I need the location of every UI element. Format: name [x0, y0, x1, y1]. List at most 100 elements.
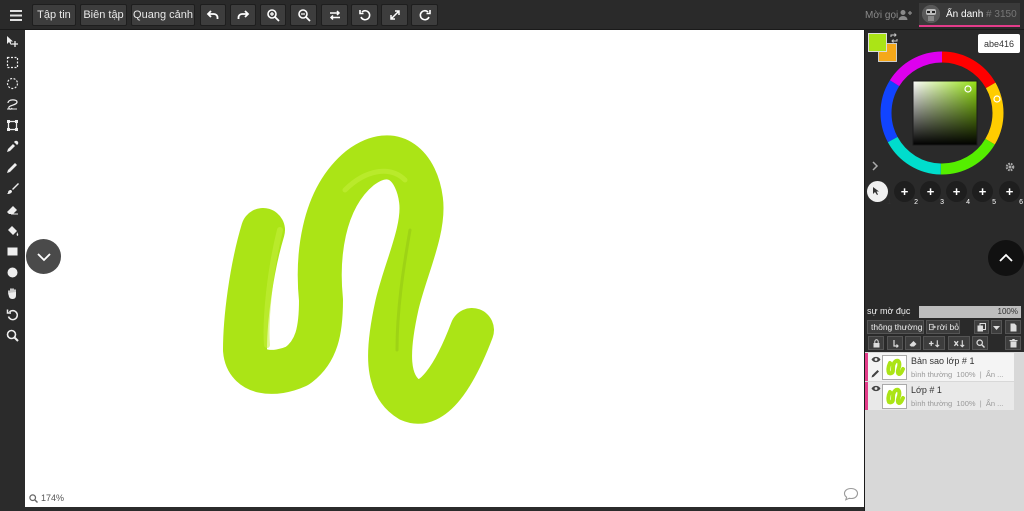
primary-color-swatch[interactable]: [868, 33, 887, 52]
layer-hidden-label: Ẩn ...: [985, 399, 1004, 408]
layers-list: Bản sao lớp # 1 bình thường 100% | Ẩn ..…: [865, 352, 1024, 511]
rect-select-tool-icon[interactable]: [4, 54, 21, 71]
invite-label[interactable]: Mời gọi: [865, 10, 898, 21]
brush-slot-3[interactable]: +3: [920, 181, 944, 206]
zoom-in-icon: [267, 9, 280, 22]
expand-diagonal-icon: [389, 10, 400, 20]
delete-layer-button[interactable]: [1005, 336, 1021, 350]
brush-slot-5[interactable]: +5: [972, 181, 996, 206]
caret-down-icon: [993, 325, 1000, 330]
avatar: [922, 5, 940, 23]
zoom-out-button[interactable]: [290, 4, 317, 26]
brush-stroke: [223, 135, 494, 424]
lock-layer-button[interactable]: [868, 336, 884, 350]
brush-slot-number: 3: [940, 199, 944, 206]
tools-sidebar: [0, 30, 25, 511]
blend-mode-select[interactable]: thông thường: [867, 320, 924, 334]
layer-item[interactable]: Lớp # 1 bình thường 100% | Ẩn ...: [865, 382, 1014, 410]
layer-search-button[interactable]: [972, 336, 988, 350]
eye-icon[interactable]: [871, 385, 881, 392]
swap-colors-icon[interactable]: [889, 33, 899, 43]
chevron-down-icon: [36, 252, 51, 261]
expand-panel-button[interactable]: [988, 240, 1024, 276]
collapse-toolbar-button[interactable]: [26, 239, 61, 274]
undo-icon: [206, 10, 219, 19]
drawing-canvas[interactable]: [25, 30, 864, 507]
layer-blend: bình thường: [911, 399, 953, 408]
hand-tool-icon[interactable]: [4, 285, 21, 302]
rotate-right-icon: [419, 9, 431, 21]
add-user-icon[interactable]: [898, 9, 912, 21]
app-window: Tập tin Biên tập Quang cảnh Mời gọi Ẩn d…: [0, 0, 1024, 511]
layer-thumbnail: [882, 355, 907, 380]
eyedropper-tool-icon[interactable]: [4, 138, 21, 155]
hamburger-menu-icon[interactable]: [5, 4, 27, 26]
rotate-left-icon: [358, 9, 370, 21]
zoom-indicator[interactable]: 174%: [29, 493, 64, 503]
erase-layer-button[interactable]: [905, 336, 921, 350]
ellipse-select-tool-icon[interactable]: [4, 75, 21, 92]
brush-slot-2[interactable]: +2: [894, 181, 918, 206]
redo-icon: [237, 10, 250, 19]
eraser-icon: [909, 340, 916, 346]
zoom-small-icon: [29, 493, 38, 503]
color-wheel[interactable]: [880, 51, 1004, 175]
undo-button[interactable]: [200, 4, 226, 26]
new-page-icon: [1010, 323, 1016, 331]
file-menu-button[interactable]: Tập tin: [32, 4, 76, 26]
opacity-value: 100%: [997, 307, 1018, 316]
rectangle-tool-icon[interactable]: [4, 243, 21, 260]
top-toolbar: Tập tin Biên tập Quang cảnh Mời gọi Ẩn d…: [0, 0, 1024, 30]
brush-slot-1[interactable]: 1: [867, 181, 891, 206]
eraser-tool-icon[interactable]: [4, 201, 21, 218]
redo-button[interactable]: [230, 4, 256, 26]
brush-cursor-icon: [873, 187, 879, 195]
edit-menu-button[interactable]: Biên tập: [80, 4, 127, 26]
layer-item[interactable]: Bản sao lớp # 1 bình thường 100% | Ẩn ..…: [865, 353, 1014, 381]
rotate-right-button[interactable]: [411, 4, 438, 26]
gear-icon[interactable]: [1004, 161, 1016, 173]
ellipse-tool-icon[interactable]: [4, 264, 21, 281]
lasso-tool-icon[interactable]: [4, 96, 21, 113]
chat-bubble-icon[interactable]: [843, 487, 859, 501]
layer-name: Bản sao lớp # 1: [911, 356, 975, 366]
new-layer-button[interactable]: [1005, 320, 1021, 334]
clip-layer-button[interactable]: [887, 336, 903, 350]
layer-options-dropdown[interactable]: [991, 320, 1002, 334]
duplicate-layer-button[interactable]: [974, 320, 989, 334]
detach-label: rời bỏ: [936, 322, 959, 332]
zoom-out-icon: [297, 9, 311, 22]
delete-merge-button[interactable]: [948, 336, 970, 350]
rotate-left-button[interactable]: [351, 4, 378, 26]
move-tool-icon[interactable]: [4, 33, 21, 50]
fullscreen-button[interactable]: [381, 4, 408, 26]
layer-opacity-row: sự mờ đục 100%: [867, 306, 1021, 318]
brush-slot-6[interactable]: +6: [999, 181, 1023, 206]
chevron-right-icon[interactable]: [870, 160, 880, 172]
brush-tool-icon[interactable]: [4, 180, 21, 197]
merge-down-button[interactable]: [923, 336, 945, 350]
paint-bucket-tool-icon[interactable]: [4, 222, 21, 239]
brush-slot-4[interactable]: +4: [946, 181, 970, 206]
rotate-view-tool-icon[interactable]: [4, 306, 21, 323]
lock-icon: [873, 338, 879, 347]
view-menu-button[interactable]: Quang cảnh: [131, 4, 195, 26]
user-account[interactable]: Ẩn danh # 3150: [919, 3, 1020, 27]
detach-button[interactable]: rời bỏ: [926, 320, 960, 334]
eye-icon[interactable]: [871, 356, 881, 363]
chevron-up-icon: [999, 253, 1013, 262]
flip-button[interactable]: [321, 4, 348, 26]
transform-tool-icon[interactable]: [4, 117, 21, 134]
flip-arrows-icon: [329, 10, 340, 21]
layer-opacity: 100%: [956, 399, 976, 408]
opacity-slider[interactable]: 100%: [919, 306, 1021, 318]
brush-slot-number: 6: [1019, 199, 1023, 206]
brush-slot-number: 4: [966, 199, 970, 206]
zoom-tool-icon[interactable]: [4, 327, 21, 344]
opacity-label: sự mờ đục: [867, 306, 911, 316]
zoom-in-button[interactable]: [260, 4, 286, 26]
brush-slot-number: 1: [887, 199, 891, 206]
pencil-tool-icon[interactable]: [4, 159, 21, 176]
user-number: # 3150: [986, 8, 1017, 20]
trash-icon: [1009, 338, 1017, 347]
